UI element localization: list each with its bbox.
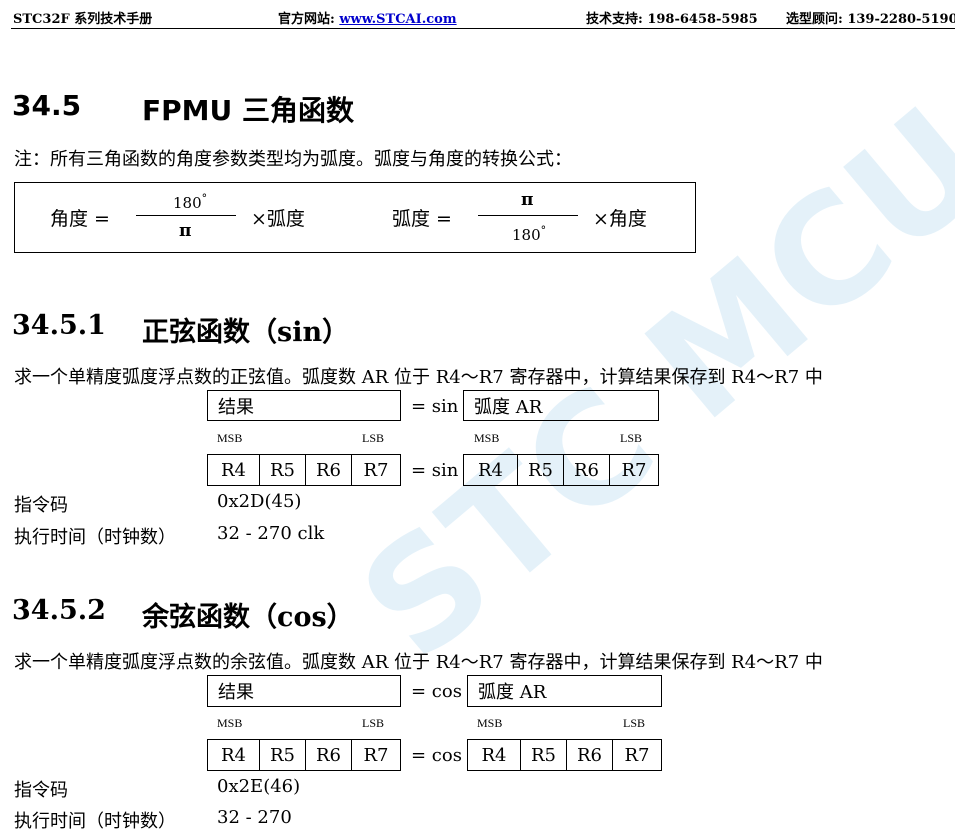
cos-result-reg-r7: R7	[351, 739, 401, 771]
sin-arg-reg-r7: R7	[609, 454, 659, 486]
formula1-fraction-bar	[136, 215, 236, 216]
sin-operator: = sin	[411, 396, 459, 417]
sin-result-reg-r5: R5	[259, 454, 306, 486]
cos-opcode: 0x2E(46)	[217, 776, 301, 797]
cos-arg-box: 弧度 AR	[467, 675, 662, 707]
cos-arg-reg-r5: R5	[520, 739, 567, 771]
formula2-denominator: 180°	[512, 224, 547, 244]
section-note: 注：所有三角函数的角度参数类型均为弧度。弧度与角度的转换公式：	[14, 149, 572, 170]
sin-operator-2: = sin	[411, 460, 459, 481]
cos-section-title: 余弦函数（cos）	[142, 602, 354, 633]
sin-arg-reg-r4: R4	[463, 454, 518, 486]
sin-result-msb: MSB	[217, 431, 243, 445]
sin-time: 32 - 270 clk	[217, 523, 325, 544]
cos-time-label: 执行时间（时钟数）	[14, 811, 176, 832]
sin-arg-box: 弧度 AR	[463, 390, 659, 421]
formula2-numerator: π	[521, 190, 534, 210]
cos-description: 求一个单精度弧度浮点数的余弦值。弧度数 AR 位于 R4～R7 寄存器中，计算结…	[14, 652, 823, 673]
cos-arg-msb: MSB	[477, 716, 503, 730]
sin-arg-reg-r6: R6	[563, 454, 610, 486]
cos-result-box: 结果	[207, 675, 401, 707]
site-label: 官方网站:	[278, 12, 335, 27]
sin-opcode-label: 指令码	[14, 495, 68, 516]
sin-time-label: 执行时间（时钟数）	[14, 527, 176, 548]
cos-arg-lsb: LSB	[623, 716, 646, 730]
support-phone: 技术支持: 198-6458-5985	[586, 12, 758, 27]
site-link[interactable]: www.STCAI.com	[339, 12, 456, 27]
sin-arg-msb: MSB	[474, 431, 500, 445]
cos-arg-reg-r4: R4	[467, 739, 521, 771]
sin-description: 求一个单精度弧度浮点数的正弦值。弧度数 AR 位于 R4～R7 寄存器中，计算结…	[14, 367, 823, 388]
sin-result-reg-r7: R7	[351, 454, 401, 486]
cos-time: 32 - 270	[217, 807, 292, 828]
formula1-rhs: ×弧度	[251, 208, 305, 230]
sin-section-number: 34.5.1	[12, 310, 106, 341]
sin-result-box: 结果	[207, 390, 401, 421]
formula1-lhs: 角度 =	[50, 208, 110, 230]
sin-result-lsb: LSB	[362, 431, 385, 445]
formula1-numerator: 180°	[173, 192, 208, 212]
formula1-denominator: π	[179, 221, 192, 241]
cos-operator: = cos	[411, 681, 462, 702]
cos-arg-reg-r6: R6	[566, 739, 613, 771]
site-info: 官方网站: www.STCAI.com	[278, 8, 457, 27]
cos-arg-reg-r7: R7	[612, 739, 662, 771]
cos-section-number: 34.5.2	[12, 595, 106, 626]
cos-result-reg-r5: R5	[259, 739, 306, 771]
sin-arg-lsb: LSB	[620, 431, 643, 445]
selection-phone: 选型顾问: 139-2280-5190	[786, 12, 955, 27]
formula2-rhs: ×角度	[593, 208, 647, 230]
doc-title: STC32F 系列技术手册	[13, 12, 153, 27]
section-title: FPMU 三角函数	[142, 94, 354, 127]
cos-result-lsb: LSB	[362, 716, 385, 730]
section-number: 34.5	[12, 89, 82, 122]
header-divider	[11, 28, 955, 29]
cos-opcode-label: 指令码	[14, 780, 68, 801]
sin-arg-reg-r5: R5	[517, 454, 564, 486]
formula2-fraction-bar	[478, 215, 578, 216]
sin-result-reg-r4: R4	[207, 454, 260, 486]
sin-opcode: 0x2D(45)	[217, 491, 302, 512]
cos-operator-2: = cos	[411, 745, 462, 766]
cos-result-reg-r6: R6	[305, 739, 352, 771]
formula2-lhs: 弧度 =	[392, 208, 452, 230]
cos-result-reg-r4: R4	[207, 739, 260, 771]
sin-result-reg-r6: R6	[305, 454, 352, 486]
sin-section-title: 正弦函数（sin）	[142, 317, 350, 348]
cos-result-msb: MSB	[217, 716, 243, 730]
